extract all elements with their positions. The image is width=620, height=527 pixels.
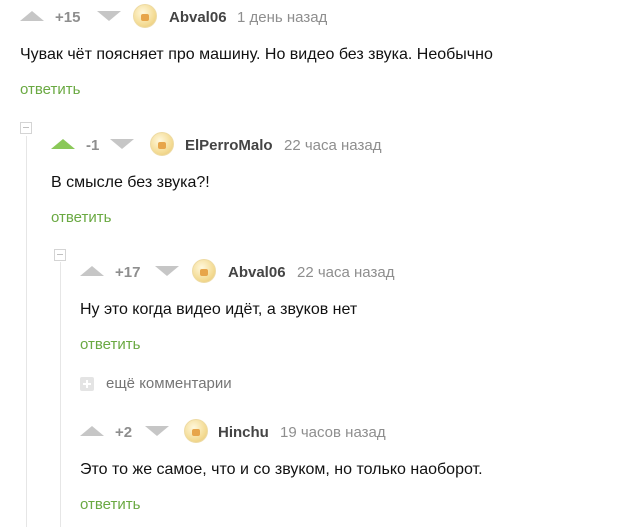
reply-link[interactable]: ответить	[51, 209, 111, 226]
comment-time: 22 часа назад	[284, 137, 382, 154]
comment-header: +15 Abval06 1 день назад	[20, 2, 580, 32]
upvote-icon[interactable]	[80, 266, 104, 276]
comment-text: В смысле без звука?!	[51, 174, 210, 191]
comment-rating: +17	[115, 264, 141, 281]
comment-time: 22 часа назад	[297, 264, 395, 281]
comment-time: 19 часов назад	[280, 424, 386, 441]
comment-author[interactable]: Abval06	[169, 9, 227, 26]
more-comments-label: ещё комментарии	[106, 375, 232, 392]
collapse-thread-2-button[interactable]	[54, 249, 66, 261]
comment-author[interactable]: Hinchu	[218, 424, 269, 441]
upvote-icon[interactable]	[80, 426, 104, 436]
expand-icon	[80, 377, 94, 391]
comment-time: 1 день назад	[237, 9, 328, 26]
comment-text: Чувак чёт поясняет про машину. Но видео …	[20, 46, 493, 63]
comment-rating: +15	[55, 9, 81, 26]
comment-rating: +2	[115, 424, 133, 441]
downvote-icon[interactable]	[155, 266, 179, 276]
reply-link[interactable]: ответить	[80, 336, 140, 353]
upvote-icon[interactable]	[51, 139, 75, 149]
more-comments-button[interactable]: ещё комментарии	[80, 375, 280, 393]
avatar[interactable]	[192, 259, 216, 283]
avatar[interactable]	[184, 419, 208, 443]
comment-author[interactable]: Abval06	[228, 264, 286, 281]
comment-text: Ну это когда видео идёт, а звуков нет	[80, 301, 358, 318]
avatar[interactable]	[133, 4, 157, 28]
thread-line-level-1	[26, 136, 27, 527]
comment-header: +17 Abval06 22 часа назад	[80, 257, 620, 287]
comment-rating: -1	[86, 137, 100, 154]
upvote-icon[interactable]	[20, 11, 44, 21]
collapse-thread-1-button[interactable]	[20, 122, 32, 134]
reply-link[interactable]: ответить	[80, 496, 140, 513]
comment-text: Это то же самое, что и со звуком, но тол…	[80, 461, 483, 478]
comment-author[interactable]: ElPerroMalo	[185, 137, 273, 154]
downvote-icon[interactable]	[97, 11, 121, 21]
downvote-icon[interactable]	[110, 139, 134, 149]
comment-header: +2 Hinchu 19 часов назад	[80, 417, 620, 447]
downvote-icon[interactable]	[145, 426, 169, 436]
thread-line-level-2	[60, 262, 61, 527]
reply-link[interactable]: ответить	[20, 81, 80, 98]
avatar[interactable]	[150, 132, 174, 156]
comment-header: -1 ElPerroMalo 22 часа назад	[51, 130, 611, 160]
